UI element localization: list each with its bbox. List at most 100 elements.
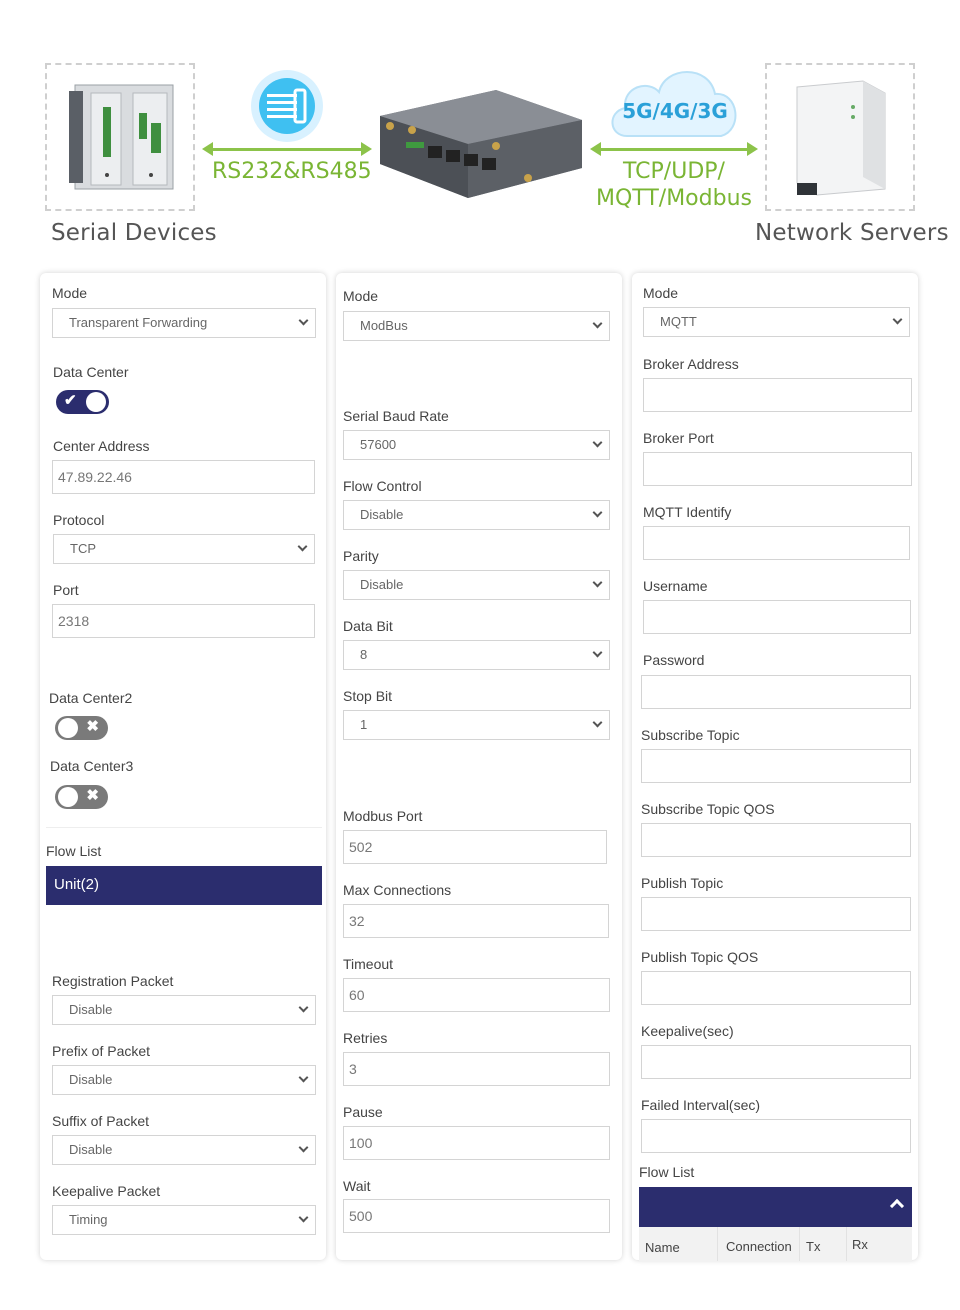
subscribe-qos-input[interactable] xyxy=(641,823,911,857)
toggle-knob xyxy=(86,392,106,412)
keepalive-label: Keepalive(sec) xyxy=(641,1023,734,1039)
port-label: Port xyxy=(53,582,79,598)
chevron-down-icon xyxy=(298,1002,309,1013)
failed-interval-input[interactable] xyxy=(641,1119,911,1153)
serial-port-icon xyxy=(251,70,323,142)
mode-select[interactable]: Transparent Forwarding xyxy=(52,308,316,338)
chevron-down-icon xyxy=(298,1072,309,1083)
column-divider xyxy=(846,1227,847,1261)
broker-port-label: Broker Port xyxy=(643,430,714,446)
flow-control-label: Flow Control xyxy=(343,478,422,494)
chevron-down-icon xyxy=(892,314,903,325)
column-header-rx: Rx xyxy=(852,1237,868,1252)
chevron-up-icon[interactable] xyxy=(889,1198,905,1214)
data-bit-select[interactable]: 8 xyxy=(343,640,610,670)
flow-list-header[interactable] xyxy=(639,1187,912,1227)
stop-bit-label: Stop Bit xyxy=(343,688,393,704)
column-header-name: Name xyxy=(645,1240,680,1255)
topology-diagram: Serial Devices RS232&RS485 5G/4G/3G TCP/… xyxy=(0,0,960,260)
prefix-packet-select[interactable]: Disable xyxy=(52,1065,316,1095)
port-input[interactable]: 2318 xyxy=(52,604,315,638)
modbus-port-input[interactable]: 502 xyxy=(343,830,607,864)
mode-select[interactable]: ModBus xyxy=(343,311,610,341)
mqtt-identify-input[interactable] xyxy=(643,526,910,560)
mode-select-value: MQTT xyxy=(660,314,697,329)
pause-label: Pause xyxy=(343,1104,383,1120)
retries-input[interactable]: 3 xyxy=(343,1052,610,1086)
broker-port-input[interactable] xyxy=(643,452,912,486)
username-input[interactable] xyxy=(643,600,911,634)
network-protocol-label: TCP/UDP/ MQTT/Modbus xyxy=(592,158,756,212)
baud-rate-select[interactable]: 57600 xyxy=(343,430,610,460)
timeout-label: Timeout xyxy=(343,956,394,972)
publish-topic-input[interactable] xyxy=(641,897,911,931)
data-center3-toggle[interactable]: ✖ xyxy=(55,785,108,809)
serial-protocol-label: RS232&RS485 xyxy=(212,159,372,184)
network-servers-caption: Network Servers xyxy=(755,220,949,246)
publish-topic-label: Publish Topic xyxy=(641,875,724,891)
password-label: Password xyxy=(643,652,705,668)
chevron-down-icon xyxy=(298,1212,309,1223)
pause-input[interactable]: 100 xyxy=(343,1126,610,1160)
chevron-down-icon xyxy=(297,541,308,552)
protocol-select-value: TCP xyxy=(70,541,96,556)
parity-select[interactable]: Disable xyxy=(343,570,610,600)
column-header-tx: Tx xyxy=(806,1239,821,1254)
mode-select[interactable]: MQTT xyxy=(643,307,910,337)
data-center2-toggle[interactable]: ✖ xyxy=(55,716,108,740)
serial-devices-caption: Serial Devices xyxy=(51,220,217,246)
network-link-arrow xyxy=(590,142,758,156)
keepalive-input[interactable] xyxy=(641,1045,911,1079)
modbus-port-label: Modbus Port xyxy=(343,808,423,824)
chevron-down-icon xyxy=(592,577,603,588)
data-bit-label: Data Bit xyxy=(343,618,393,634)
chevron-down-icon xyxy=(592,437,603,448)
suffix-packet-label: Suffix of Packet xyxy=(52,1113,150,1129)
timeout-input[interactable]: 60 xyxy=(343,978,610,1012)
data-center-toggle[interactable]: ✔ xyxy=(56,390,109,414)
keepalive-packet-select[interactable]: Timing xyxy=(52,1205,316,1235)
publish-qos-input[interactable] xyxy=(641,971,911,1005)
parity-value: Disable xyxy=(360,577,404,592)
registration-packet-select[interactable]: Disable xyxy=(52,995,316,1025)
network-protocol-line1: TCP/UDP/ xyxy=(623,159,725,184)
password-input[interactable] xyxy=(641,675,911,709)
wait-label: Wait xyxy=(343,1178,371,1194)
parity-label: Parity xyxy=(343,548,379,564)
max-connections-input[interactable]: 32 xyxy=(343,904,609,938)
broker-address-label: Broker Address xyxy=(643,356,739,372)
chevron-down-icon xyxy=(592,647,603,658)
stop-bit-select[interactable]: 1 xyxy=(343,710,610,740)
subscribe-qos-label: Subscribe Topic QOS xyxy=(641,801,775,817)
close-icon: ✖ xyxy=(86,787,99,804)
center-address-label: Center Address xyxy=(53,438,150,454)
chevron-down-icon xyxy=(592,318,603,329)
toggle-knob xyxy=(58,718,78,738)
username-label: Username xyxy=(643,578,708,594)
max-connections-label: Max Connections xyxy=(343,882,452,898)
flow-unit-row[interactable]: Unit(2) xyxy=(46,866,322,905)
center-address-input[interactable]: 47.89.22.46 xyxy=(52,460,315,494)
flow-list-table-header: Name Connection Tx Rx xyxy=(639,1227,912,1261)
broker-address-input[interactable] xyxy=(643,378,912,412)
flow-control-value: Disable xyxy=(360,507,404,522)
protocol-label: Protocol xyxy=(53,512,105,528)
flow-control-select[interactable]: Disable xyxy=(343,500,610,530)
toggle-knob xyxy=(58,787,78,807)
serial-device-image xyxy=(45,63,195,211)
protocol-select[interactable]: TCP xyxy=(53,534,315,564)
subscribe-topic-input[interactable] xyxy=(641,749,911,783)
column-header-connection: Connection xyxy=(726,1239,792,1254)
mode-label: Mode xyxy=(643,285,679,301)
suffix-packet-select[interactable]: Disable xyxy=(52,1135,316,1165)
network-protocol-line2: MQTT/Modbus xyxy=(596,186,752,211)
column-divider xyxy=(717,1227,718,1261)
chevron-down-icon xyxy=(298,315,309,326)
wait-input[interactable]: 500 xyxy=(343,1199,610,1233)
cloud-network-label: 5G/4G/3G xyxy=(622,99,728,123)
mode-label: Mode xyxy=(52,285,88,301)
data-center-label: Data Center xyxy=(53,364,129,380)
subscribe-topic-label: Subscribe Topic xyxy=(641,727,740,743)
chevron-down-icon xyxy=(298,1142,309,1153)
keepalive-packet-value: Timing xyxy=(69,1212,108,1227)
